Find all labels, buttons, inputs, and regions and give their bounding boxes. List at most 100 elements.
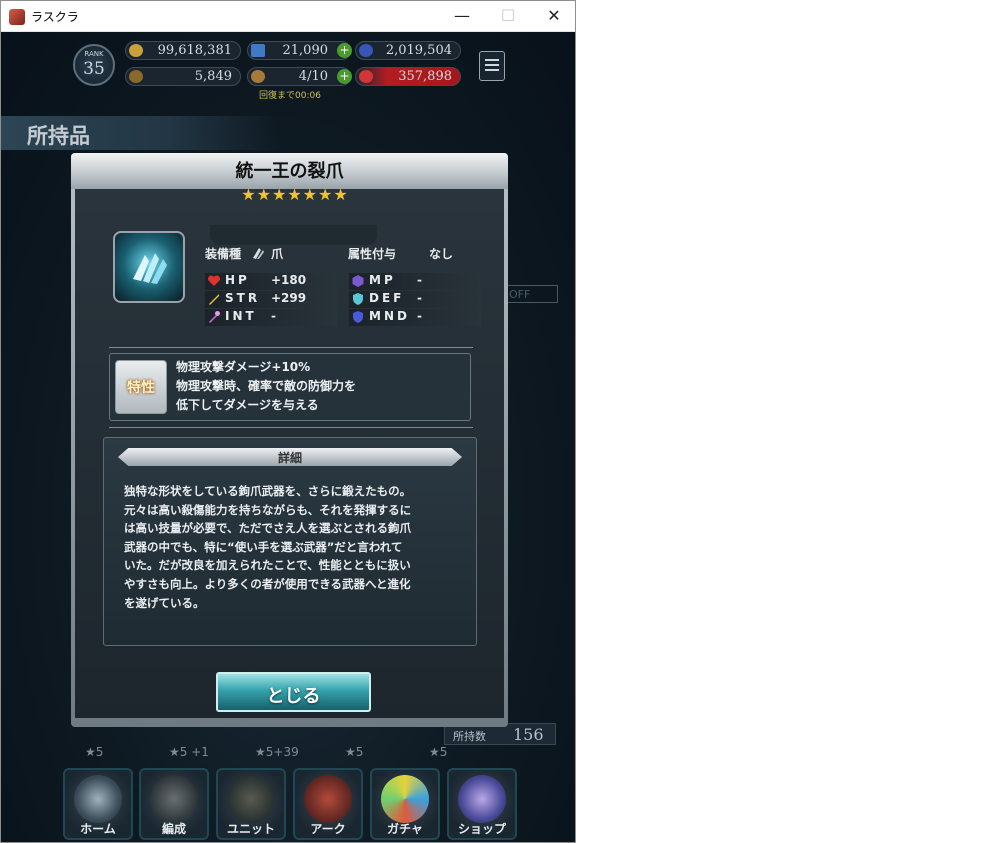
element-value: なし [429,247,454,261]
stamina-value: 4/10 [298,69,328,84]
weapon-type-label: 装備種 [205,247,242,261]
stat-hp: HP +180 [205,273,337,290]
bg-item-stars: ★5 [345,745,364,759]
nav-home-label: ホーム [80,822,116,836]
party-icon [150,775,198,823]
app-window: ラスクラ — ☐ ✕ RANK 35 99,618,381 21,090 + 2… [0,0,576,843]
trophy-icon [129,70,143,83]
menu-icon-bar-3 [485,69,499,71]
stat-value: - [271,309,276,323]
gold-counter: 99,618,381 [125,41,241,60]
gem-icon [251,70,265,83]
detail-box: 詳細 独特な形状をしている鉤爪武器を、さらに鍛えたもの。 元々は高い殺傷能力を持… [103,437,477,646]
app-icon [9,9,25,25]
nav-formation-label: 編成 [161,822,186,836]
nav-unit-label: ユニット [226,822,275,836]
stat-def: DEF - [349,291,481,308]
stat-value: +180 [271,273,307,287]
home-icon [74,775,122,823]
heart-icon [207,275,221,286]
mp-hexagon-icon [352,275,364,287]
add-crystal-button[interactable]: + [337,43,352,58]
mind-shield-icon [353,311,363,323]
stat-mnd: MND - [349,309,481,326]
claw-icon [133,253,167,284]
stat-mp: MP - [349,273,481,290]
trait-line: 物理攻撃ダメージ+10% [176,360,311,374]
trait-badge: 特性 [115,360,167,414]
maximize-button[interactable]: ☐ [485,1,531,31]
close-window-button[interactable]: ✕ [531,1,575,31]
orb-icon [359,44,373,57]
red-point-counter: 357,898 [355,67,461,86]
element-label: 属性付与 [348,247,397,261]
nav-shop[interactable]: ショップ [447,768,517,840]
add-stamina-button[interactable]: + [337,69,352,84]
nav-gacha[interactable]: ガチャ [370,768,440,840]
trait-line: 低下してダメージを与える [176,398,319,412]
page-title: 所持品 [27,124,90,148]
bg-item-stars: ★5 [85,745,104,759]
weapon-claw-icon [113,231,185,303]
nav-home[interactable]: ホーム [63,768,133,840]
trophy-counter: 5,849 [125,67,241,86]
detail-line: やすさも向上。より多くの者が使用できる武器へと進化 [124,576,411,591]
modal-body: ★★★★★★★ 装備種 爪 属性付与 なし HP +180 STR +299 I… [75,185,504,718]
stamina-counter: 4/10 + [247,67,352,86]
owned-label: 所持数 [453,730,486,743]
claw-type-icon [253,248,264,259]
nav-arc-label: アーク [310,822,346,836]
modal-title-bar: 統一王の裂爪 [71,153,508,189]
recovery-timer: 回復まで00:06 [259,91,321,101]
crystal-shop-icon [458,775,506,823]
title-bar: ラスクラ — ☐ ✕ [1,1,575,32]
owned-value: 156 [513,725,544,744]
unit-icon [227,775,275,823]
trophy-value: 5,849 [194,69,232,84]
shield-icon [353,293,363,305]
crystal-value: 21,090 [282,43,329,58]
gacha-orb-icon [381,775,429,823]
filter-off-toggle[interactable]: OFF [504,285,558,303]
stat-name: MP [369,273,396,287]
stat-value: - [417,291,422,305]
sword-icon [209,294,219,305]
detail-line: 元々は高い殺傷能力を持ちながらも、それを発揮するに [124,502,412,517]
game-screen: RANK 35 99,618,381 21,090 + 2,019,504 5,… [1,32,575,842]
stat-name: INT [225,309,257,323]
arc-icon [304,775,352,823]
nav-unit[interactable]: ユニット [216,768,286,840]
bg-item-stars: ★5+39 [255,745,299,759]
nav-gacha-label: ガチャ [387,822,423,836]
stat-value: +299 [271,291,307,305]
nav-shop-label: ショップ [457,822,506,836]
stat-name: HP [225,273,250,287]
nav-formation[interactable]: 編成 [139,768,209,840]
bg-item-stars: ★5 [429,745,448,759]
stat-str: STR +299 [205,291,337,308]
window-title: ラスクラ [31,10,79,24]
menu-button[interactable] [479,51,505,81]
divider [109,427,473,428]
stat-name: STR [225,291,261,305]
menu-icon-bar-2 [485,64,499,66]
detail-header: 詳細 [277,451,302,465]
minimize-button[interactable]: — [439,1,485,31]
trait-box: 特性 物理攻撃ダメージ+10% 物理攻撃時、確率で敵の防御力を 低下してダメージ… [109,353,471,421]
gold-value: 99,618,381 [157,43,232,58]
rarity-plate [210,225,377,245]
red-point-value: 357,898 [398,69,452,84]
divider [109,347,473,348]
stat-name: DEF [369,291,405,305]
weapon-type-value: 爪 [271,247,284,261]
item-name: 統一王の裂爪 [235,161,344,182]
staff-icon [209,311,220,323]
detail-line: を遂げている。 [124,595,205,610]
close-modal-button[interactable]: とじる [216,672,371,712]
section-banner: 所持品 [1,116,281,150]
stat-int: INT - [205,309,337,326]
rank-value: 35 [83,59,105,79]
detail-line: 武器の中でも、特に“使い手を選ぶ武器”だと言われて [124,539,403,554]
nav-arc[interactable]: アーク [293,768,363,840]
close-button-label: とじる [266,686,321,707]
